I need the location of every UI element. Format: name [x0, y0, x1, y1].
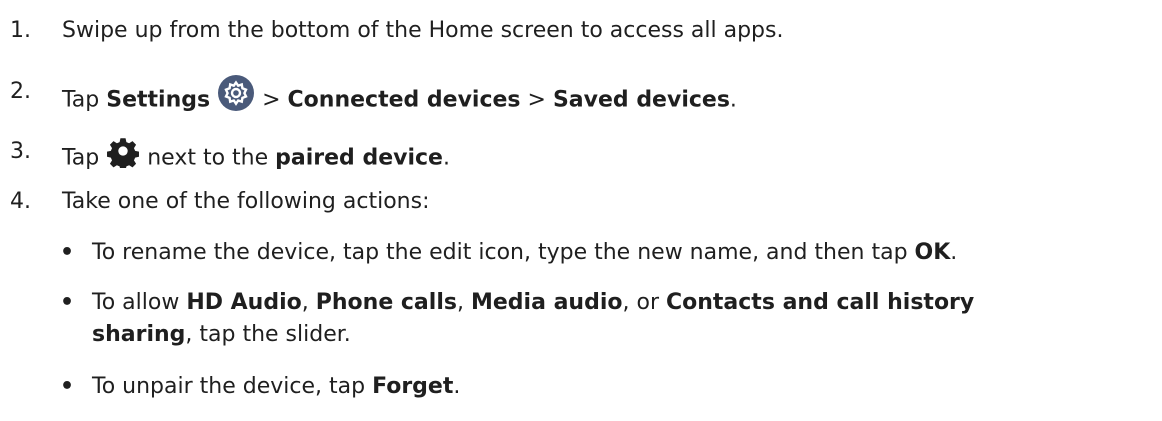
step-number: 4. [10, 189, 31, 214]
contacts-call-history-label: Contacts and call history [665, 290, 975, 315]
bullet-marker: • [60, 240, 75, 265]
bullet-marker: • [60, 290, 75, 315]
media-audio-label: Media audio [470, 290, 623, 315]
sharing-label: sharing [92, 322, 186, 347]
bullet-text: To rename the device, tap the edit icon,… [92, 240, 958, 265]
step-text: Tap Settings > Connected devices > Saved… [62, 74, 737, 124]
saved-devices-label: Saved devices [552, 87, 730, 113]
bullet-text: sharing, tap the slider. [92, 322, 351, 347]
forget-label: Forget [372, 374, 454, 399]
hd-audio-label: HD Audio [186, 290, 302, 315]
bullet-marker: • [60, 374, 75, 399]
step-number: 2. [10, 79, 31, 104]
settings-app-icon [217, 74, 255, 121]
step-number: 3. [10, 139, 31, 164]
step-text: Tap next to the paired device. [62, 137, 450, 180]
phone-calls-label: Phone calls [315, 290, 457, 315]
step-text: Take one of the following actions: [62, 189, 430, 214]
connected-devices-label: Connected devices [287, 87, 521, 113]
bullet-text: To allow HD Audio, Phone calls, Media au… [92, 290, 975, 315]
ok-label: OK [914, 240, 951, 265]
step-number: 1. [10, 18, 31, 43]
bullet-text: To unpair the device, tap Forget. [92, 374, 461, 399]
settings-label: Settings [106, 87, 211, 113]
paired-device-label: paired device [275, 145, 443, 171]
gear-icon [106, 134, 140, 177]
step-text: Swipe up from the bottom of the Home scr… [62, 18, 784, 43]
